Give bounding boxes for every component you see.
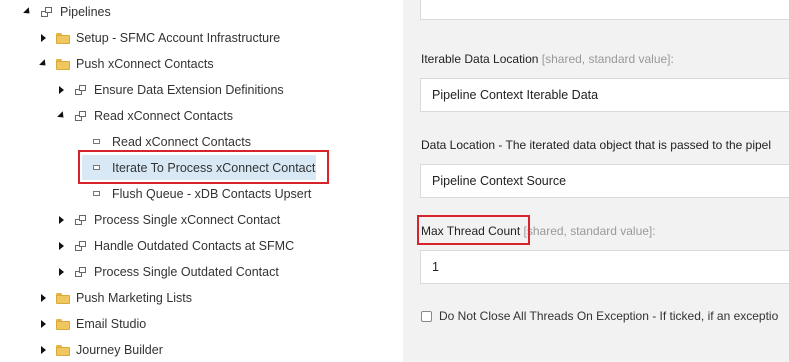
max-thread-highlight-box: [417, 215, 530, 245]
tree-item-setup-sfmc[interactable]: Setup - SFMC Account Infrastructure: [38, 28, 280, 48]
tree-item-label: Flush Queue - xDB Contacts Upsert: [112, 187, 312, 201]
do-not-close-threads-row[interactable]: Do Not Close All Threads On Exception - …: [421, 309, 778, 323]
selection-highlight-box: [78, 150, 329, 184]
collapse-arrow-icon[interactable]: [38, 293, 48, 303]
pipeline-icon: [74, 110, 88, 122]
tree-item-process-single-outdated[interactable]: Process Single Outdated Contact: [56, 262, 279, 282]
tree-item-label: Read xConnect Contacts: [112, 135, 251, 149]
tree-item-push-marketing-lists[interactable]: Push Marketing Lists: [38, 288, 192, 308]
tree-item-pipelines[interactable]: Pipelines: [22, 2, 111, 22]
pipeline-icon: [74, 214, 88, 226]
collapse-arrow-icon[interactable]: [56, 85, 66, 95]
data-location-label: Data Location - The iterated data object…: [421, 138, 772, 152]
content-tree: Pipelines Setup - SFMC Account Infrastru…: [0, 0, 386, 362]
tree-item-label: Read xConnect Contacts: [94, 109, 233, 123]
tree-item-journey-builder[interactable]: Journey Builder: [38, 340, 163, 360]
folder-icon: [56, 344, 70, 356]
tree-item-label: Ensure Data Extension Definitions: [94, 83, 284, 97]
collapse-arrow-icon[interactable]: [56, 267, 66, 277]
expand-arrow-icon[interactable]: [38, 59, 48, 69]
field-editor-panel: Iterable Data Location [shared, standard…: [403, 0, 789, 362]
do-not-close-threads-checkbox[interactable]: [421, 310, 432, 322]
collapse-arrow-icon[interactable]: [56, 241, 66, 251]
tree-item-label: Setup - SFMC Account Infrastructure: [76, 31, 281, 45]
collapse-arrow-icon[interactable]: [56, 215, 66, 225]
expand-arrow-icon[interactable]: [22, 7, 32, 17]
tree-item-label: Email Studio: [76, 317, 147, 331]
tree-item-read-xconnect-contacts[interactable]: Read xConnect Contacts: [56, 106, 233, 126]
pipeline-icon: [74, 240, 88, 252]
pipeline-icon: [74, 266, 88, 278]
tree-item-label: Process Single Outdated Contact: [94, 265, 279, 279]
tree-item-label: Handle Outdated Contacts at SFMC: [94, 239, 295, 253]
collapse-arrow-icon[interactable]: [38, 33, 48, 43]
do-not-close-threads-label: Do Not Close All Threads On Exception - …: [439, 309, 779, 323]
folder-icon: [56, 292, 70, 304]
folder-icon: [56, 58, 70, 70]
tree-item-push-xconnect-contacts[interactable]: Push xConnect Contacts: [38, 54, 214, 74]
tree-item-label: Journey Builder: [76, 343, 163, 357]
field-meta: [shared, standard value]:: [541, 52, 674, 66]
data-location-input[interactable]: Pipeline Context Source: [420, 164, 789, 198]
previous-field-input[interactable]: [420, 0, 789, 20]
tree-item-email-studio[interactable]: Email Studio: [38, 314, 146, 334]
iterable-data-location-input[interactable]: Pipeline Context Iterable Data: [420, 78, 789, 112]
processor-icon: [92, 188, 102, 200]
tree-item-label: Process Single xConnect Contact: [94, 213, 281, 227]
tree-item-process-single-contact[interactable]: Process Single xConnect Contact: [56, 210, 280, 230]
field-title: Iterable Data Location: [421, 52, 539, 66]
iterable-data-location-label: Iterable Data Location [shared, standard…: [421, 52, 674, 66]
pipeline-icon: [74, 84, 88, 96]
folder-icon: [56, 32, 70, 44]
folder-icon: [56, 318, 70, 330]
tree-item-flush-queue[interactable]: Flush Queue - xDB Contacts Upsert: [92, 184, 311, 204]
tree-item-label: Pipelines: [60, 5, 111, 19]
tree-item-ensure-data-extension[interactable]: Ensure Data Extension Definitions: [56, 80, 284, 100]
field-meta: [shared, standard value]:: [523, 224, 656, 238]
tree-item-label: Push xConnect Contacts: [76, 57, 214, 71]
processor-icon: [92, 136, 102, 148]
collapse-arrow-icon[interactable]: [38, 345, 48, 355]
max-thread-count-input[interactable]: 1: [420, 250, 789, 284]
tree-item-read-xconnect-contacts-processor[interactable]: Read xConnect Contacts: [92, 132, 251, 152]
collapse-arrow-icon[interactable]: [38, 319, 48, 329]
expand-arrow-icon[interactable]: [56, 111, 66, 121]
tree-item-label: Push Marketing Lists: [76, 291, 193, 305]
pipeline-icon: [40, 6, 54, 18]
tree-item-handle-outdated[interactable]: Handle Outdated Contacts at SFMC: [56, 236, 294, 256]
